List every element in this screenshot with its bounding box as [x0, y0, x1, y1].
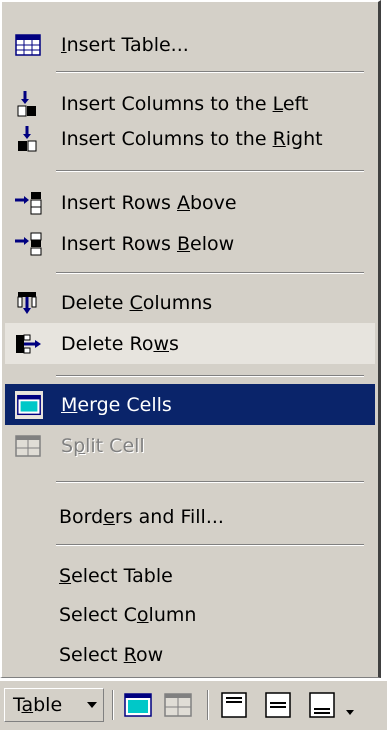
- align-bottom-icon[interactable]: [306, 688, 338, 722]
- menu-item-select-column[interactable]: Select Column: [5, 594, 375, 635]
- insert-rows-above-icon: [15, 191, 42, 214]
- menu-item-insert-table[interactable]: Insert Table...: [5, 24, 375, 65]
- insert-columns-left-icon: [17, 90, 36, 116]
- menu-item-label: Merge Cells: [61, 393, 172, 416]
- menu-item-label: Insert Columns to the Right: [61, 127, 323, 150]
- menu-item-borders-and-fill[interactable]: Borders and Fill...: [5, 496, 375, 537]
- table-menu-label: Table: [13, 694, 63, 716]
- menu-item-label: Insert Table...: [61, 33, 189, 56]
- menu-item-label: Select Row: [59, 643, 164, 666]
- menu-item-label: Delete Columns: [61, 291, 213, 314]
- insert-table-icon: [15, 33, 41, 56]
- menu-item-delete-columns[interactable]: Delete Columns: [5, 282, 375, 323]
- split-cell-icon: [15, 434, 41, 457]
- toolbar-separator: [112, 690, 114, 720]
- insert-columns-right-icon: [18, 125, 37, 151]
- menu-item-label: Select Column: [59, 603, 197, 626]
- delete-columns-icon: [17, 291, 37, 314]
- menu-item-insert-columns-right[interactable]: Insert Columns to the Right: [5, 118, 375, 159]
- split-cell-icon[interactable]: [162, 688, 194, 722]
- merge-cells-icon[interactable]: [122, 688, 154, 722]
- merge-cells-icon: [14, 389, 44, 420]
- align-top-icon[interactable]: [218, 688, 250, 722]
- menu-separator: [56, 170, 364, 172]
- menu-separator: [56, 71, 364, 73]
- menu-item-select-row[interactable]: Select Row: [5, 634, 375, 675]
- table-menu-button[interactable]: Table: [4, 688, 104, 722]
- menu-item-delete-rows[interactable]: Delete Rows: [5, 323, 375, 364]
- menu-separator: [56, 481, 364, 483]
- menu-item-select-table[interactable]: Select Table: [5, 555, 375, 596]
- menu-item-label: Delete Rows: [61, 332, 179, 355]
- align-center-icon[interactable]: [262, 688, 294, 722]
- menu-item-label: Borders and Fill...: [59, 505, 224, 528]
- menu-separator: [56, 544, 364, 546]
- menu-item-merge-cells[interactable]: Merge Cells: [5, 384, 375, 425]
- menu-item-label: Insert Columns to the Left: [61, 92, 309, 115]
- menu-item-insert-rows-below[interactable]: Insert Rows Below: [5, 223, 375, 264]
- menu-item-label: Select Table: [59, 564, 173, 587]
- menu-item-label: Insert Rows Above: [61, 191, 237, 214]
- dropdown-arrow-icon: [87, 702, 97, 708]
- chevron-down-icon[interactable]: [344, 688, 358, 722]
- table-context-menu: Insert Table... Insert Columns to the Le…: [0, 0, 381, 678]
- menu-item-insert-rows-above[interactable]: Insert Rows Above: [5, 182, 375, 223]
- menu-separator: [56, 272, 364, 274]
- menu-item-label: Insert Rows Below: [61, 232, 235, 255]
- toolbar-separator: [207, 690, 209, 720]
- menu-item-label: Split Cell: [61, 434, 145, 457]
- menu-item-split-cell[interactable]: Split Cell: [5, 425, 375, 466]
- table-toolbar: Table: [0, 680, 387, 730]
- insert-rows-below-icon: [15, 232, 42, 255]
- menu-separator: [56, 375, 364, 377]
- delete-rows-icon: [16, 334, 41, 353]
